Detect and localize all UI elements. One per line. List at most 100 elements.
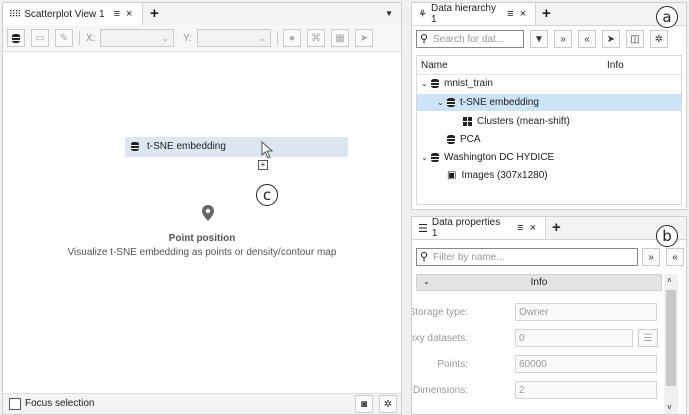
tree-item-tsne[interactable]: ⌄ t-SNE embedding <box>437 94 539 110</box>
scrollbar[interactable]: ˄ ˅ <box>664 274 678 414</box>
tab-scatterplot-view[interactable]: ⠿⠿ Scatterplot View 1 ≡ × <box>3 3 143 25</box>
chevron-down-icon[interactable]: ▼ <box>385 9 393 18</box>
property-value[interactable]: 60000 <box>515 355 657 373</box>
x-dimension-select[interactable]: ⌄ <box>100 29 174 47</box>
filter-input[interactable]: ⚲ Filter by name... <box>416 248 638 266</box>
expand-all-icon[interactable]: « <box>666 248 684 266</box>
add-tab-icon[interactable]: + <box>150 5 159 22</box>
hierarchy-toolbar: ⚲ Search for dat... ▼ » « ➤ ◫ ✲ <box>412 25 686 53</box>
property-row: Dimensions: 2 <box>412 379 662 401</box>
database-icon <box>431 78 439 88</box>
search-icon: ⚲ <box>420 251 429 263</box>
close-icon[interactable]: × <box>520 8 526 20</box>
chevron-down-icon[interactable]: ⌄ <box>421 79 431 88</box>
chevron-down-icon[interactable]: ⌄ <box>421 153 431 162</box>
menu-icon[interactable]: ≡ <box>114 8 120 20</box>
tree-item-mnist[interactable]: ⌄ mnist_train <box>421 75 493 91</box>
property-value[interactable]: 2 <box>515 381 657 399</box>
image-icon[interactable]: ▭ <box>31 29 49 47</box>
filter-icon[interactable]: ▼ <box>530 30 548 48</box>
location-pin-icon <box>202 205 214 221</box>
brush-icon[interactable]: ✎ <box>55 29 73 47</box>
x-axis-label: X: <box>86 33 96 44</box>
list-icon[interactable]: ☰ <box>638 329 658 347</box>
property-row: Proxy datasets: 0 ☰ <box>412 327 662 349</box>
hierarchy-icon: ⚘ <box>418 8 427 20</box>
focus-checkbox[interactable] <box>9 398 21 410</box>
camera-icon[interactable]: ◙ <box>355 395 373 413</box>
cursor-icon[interactable]: ➤ <box>355 29 373 47</box>
scatterplot-statusbar: Focus selection ◙ ✲ <box>3 393 401 414</box>
tree-item-label: mnist_train <box>444 77 493 89</box>
filter-placeholder: Filter by name... <box>433 252 505 263</box>
tab-title: Data hierarchy 1 <box>430 3 496 25</box>
add-tab-icon[interactable]: + <box>542 5 551 22</box>
mouse-cursor-icon <box>261 141 274 159</box>
toolbar-separator <box>277 31 278 45</box>
database-icon <box>431 152 439 162</box>
toolbar-separator <box>79 31 80 45</box>
drop-plus-icon: + <box>258 160 268 170</box>
close-icon[interactable]: × <box>530 222 536 234</box>
tree-item-clusters[interactable]: Clusters (mean-shift) <box>463 113 570 129</box>
columns-icon[interactable]: ◫ <box>626 30 644 48</box>
tree-item-label: t-SNE embedding <box>460 96 539 108</box>
settings-icon[interactable]: ✲ <box>650 30 668 48</box>
add-tab-icon[interactable]: + <box>552 219 561 236</box>
tab-title: Data properties 1 <box>431 217 501 239</box>
scatterplot-tabbar: ⠿⠿ Scatterplot View 1 ≡ × + ▼ <box>3 3 401 26</box>
y-dimension-select[interactable]: ⌄ <box>197 29 271 47</box>
property-value[interactable]: 0 <box>515 329 633 347</box>
hierarchy-tabbar: ⚘ Data hierarchy 1 ≡ × + <box>412 3 686 26</box>
properties-tabbar: ☰ Data properties 1 ≡ × + <box>412 217 686 240</box>
database-icon <box>447 97 455 107</box>
annotation-c: c <box>256 184 278 206</box>
expand-all-icon[interactable]: « <box>578 30 596 48</box>
dataset-button[interactable] <box>7 29 25 47</box>
property-key: Proxy datasets: <box>412 333 468 344</box>
tree-item-label: PCA <box>460 133 481 145</box>
chevron-down-icon[interactable]: ⌄ <box>437 98 447 107</box>
grid-icon[interactable]: ▦ <box>331 29 349 47</box>
close-icon[interactable]: × <box>126 8 132 20</box>
property-row: Points: 60000 <box>416 353 662 375</box>
tree-header: Name Info <box>417 56 681 75</box>
collapse-all-icon[interactable]: » <box>554 30 572 48</box>
focus-selection-label: Focus selection <box>25 398 95 409</box>
property-value[interactable]: Owner <box>515 303 657 321</box>
tree-item-label: Images (307x1280) <box>461 169 548 181</box>
database-icon <box>447 134 455 144</box>
hierarchy-tree: Name Info ⌄ mnist_train ⌄ t-SNE embeddin… <box>416 55 682 205</box>
menu-icon[interactable]: ≡ <box>507 8 513 20</box>
settings-icon[interactable]: ⌘ <box>307 29 325 47</box>
tree-item-images[interactable]: ▣ Images (307x1280) <box>447 167 548 183</box>
column-name-header[interactable]: Name <box>421 60 448 71</box>
tab-data-hierarchy[interactable]: ⚘ Data hierarchy 1 ≡ × <box>412 3 536 25</box>
property-key: Storage type: <box>411 307 468 318</box>
column-info-header[interactable]: Info <box>607 60 624 71</box>
scroll-down-icon[interactable]: ˅ <box>667 403 672 412</box>
menu-icon[interactable]: ≡ <box>517 222 523 234</box>
data-properties-panel: ☰ Data properties 1 ≡ × + b ⚲ Filter by … <box>411 216 687 415</box>
hint-text: Visualize t-SNE embedding as points or d… <box>67 247 337 258</box>
section-title: Info <box>530 277 548 288</box>
tree-item-label: Clusters (mean-shift) <box>477 115 570 127</box>
search-input[interactable]: ⚲ Search for dat... <box>416 30 524 48</box>
sliders-icon: ☰ <box>418 222 428 235</box>
scroll-thumb[interactable] <box>666 290 676 386</box>
drag-item-label: t-SNE embedding <box>147 141 226 152</box>
palette-icon[interactable]: ● <box>283 29 301 47</box>
annotation-b: b <box>656 225 678 247</box>
collapse-all-icon[interactable]: » <box>642 248 660 266</box>
drag-handle-icon: ⠿⠿ <box>9 8 21 19</box>
search-placeholder: Search for dat... <box>433 34 505 45</box>
tab-data-properties[interactable]: ☰ Data properties 1 ≡ × <box>412 217 546 239</box>
settings-icon[interactable]: ✲ <box>379 395 397 413</box>
tree-item-washington[interactable]: ⌄ Washington DC HYDICE <box>421 149 554 165</box>
scroll-up-icon[interactable]: ˄ <box>667 276 672 285</box>
cursor-icon[interactable]: ➤ <box>602 30 620 48</box>
tree-item-pca[interactable]: PCA <box>447 131 481 147</box>
info-section-header[interactable]: ⌄ Info <box>416 274 662 291</box>
property-key: Dimensions: <box>412 385 468 396</box>
drag-item-highlight[interactable]: t-SNE embedding <box>125 137 348 157</box>
